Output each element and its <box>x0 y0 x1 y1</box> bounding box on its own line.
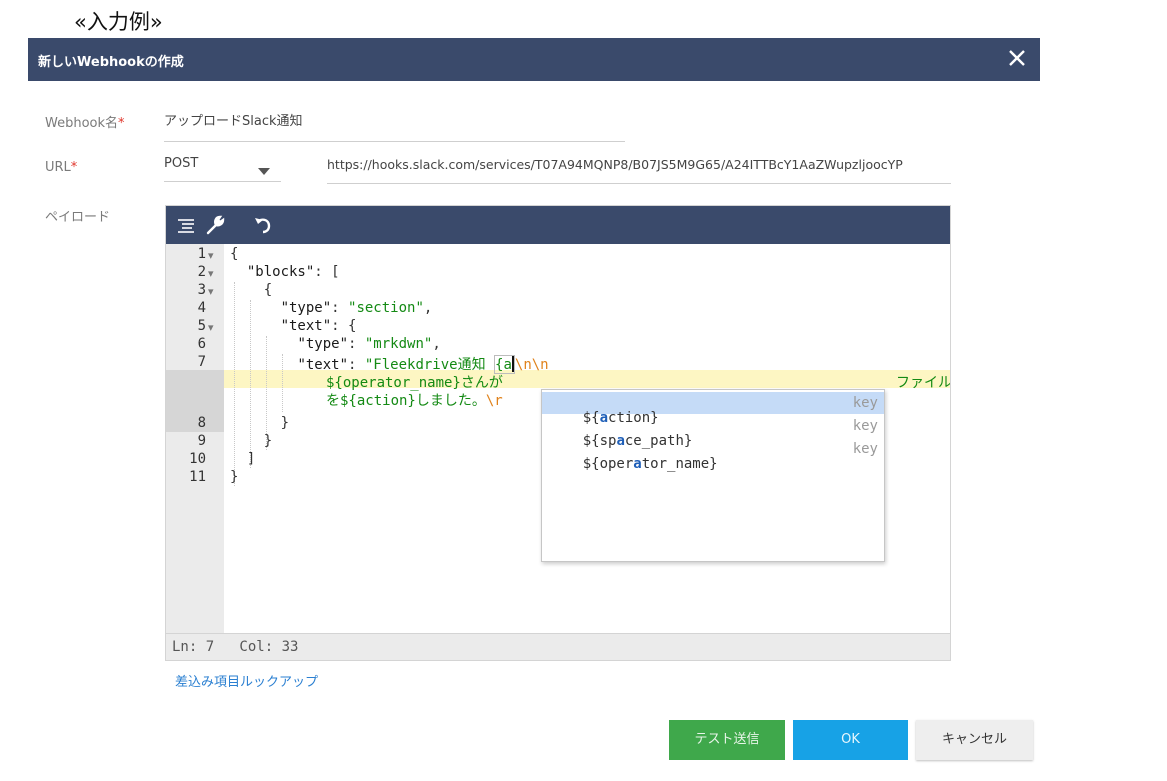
http-method-value: POST <box>164 156 199 171</box>
line-number: 5 <box>197 318 206 334</box>
ok-button[interactable]: OK <box>793 720 908 760</box>
code-line: } <box>280 415 290 431</box>
fold-toggle-icon[interactable]: ▾ <box>208 321 214 334</box>
fold-toggle-icon[interactable]: ▾ <box>208 285 214 298</box>
format-icon[interactable] <box>175 214 197 236</box>
autocomplete-meta: key <box>852 418 878 434</box>
code-line-active: "text": "Fleekdrive通知 {a \n\n <box>297 355 549 374</box>
code-line: ] <box>246 451 256 467</box>
dialog-title: 新しいWebhookの作成 <box>38 55 184 70</box>
example-caption: «入力例» <box>74 10 163 34</box>
editor-gutter: 1 ▾ 2 ▾ 3 ▾ 4 5 ▾ 6 7 8 9 10 11 <box>166 244 224 633</box>
line-number: 8 <box>197 415 206 431</box>
payload-label: ペイロード <box>45 210 111 225</box>
fold-toggle-icon[interactable]: ▾ <box>208 267 214 280</box>
autocomplete-meta: key <box>852 441 878 457</box>
code-line-wrapped: を${action}しました。\r <box>326 393 503 409</box>
cancel-button[interactable]: キャンセル <box>916 720 1033 760</box>
autocomplete-popup[interactable]: ${action} key ${space_path} key ${operat… <box>541 389 885 562</box>
required-mark: * <box>118 116 125 131</box>
editor-toolbar <box>166 206 950 244</box>
code-line-wrapped-tail: ファイル <box>896 375 950 391</box>
dialog-header: 新しいWebhookの作成 <box>28 38 1040 81</box>
autocomplete-meta: key <box>852 395 878 411</box>
merge-field-lookup-link[interactable]: 差込み項目ルックアップ <box>175 671 318 690</box>
code-line: "text": { <box>280 318 357 334</box>
active-line-gutter <box>166 370 224 432</box>
line-number: 1 <box>197 246 206 262</box>
wrench-icon[interactable] <box>204 214 226 236</box>
line-number: 2 <box>197 264 206 280</box>
required-mark: * <box>70 160 78 175</box>
code-line: } <box>263 433 273 449</box>
line-number: 3 <box>197 282 206 298</box>
undo-icon[interactable] <box>252 214 274 236</box>
line-number: 10 <box>189 451 206 467</box>
fold-toggle-icon[interactable]: ▾ <box>208 249 214 262</box>
code-line-wrapped: ${operator_name}さんが <box>326 375 503 391</box>
text-cursor <box>511 356 514 372</box>
code-line: { <box>263 282 273 298</box>
line-number: 4 <box>197 300 206 316</box>
url-label: URL* <box>45 160 78 175</box>
url-input[interactable]: https://hooks.slack.com/services/T07A94M… <box>327 157 951 184</box>
autocomplete-item-operator-name[interactable]: ${operator_name} key <box>542 438 884 472</box>
line-number: 6 <box>197 336 206 352</box>
code-line: "type": "mrkdwn", <box>297 336 441 352</box>
code-line: "blocks": [ <box>246 264 340 280</box>
line-number: 11 <box>189 469 206 485</box>
code-line: "type": "section", <box>280 300 433 316</box>
test-send-button[interactable]: テスト送信 <box>669 720 785 760</box>
chevron-down-icon <box>258 168 270 175</box>
webhook-name-input[interactable]: アップロードSlack通知 <box>164 110 625 142</box>
code-line: { <box>230 246 239 262</box>
editor-statusbar: Ln: 7 Col: 33 <box>166 633 950 660</box>
code-line: } <box>230 469 239 485</box>
autocomplete-item-action[interactable]: ${action} key <box>542 392 884 426</box>
http-method-select[interactable]: POST <box>164 156 281 182</box>
autocomplete-item-space-path[interactable]: ${space_path} key <box>542 415 884 449</box>
line-number: 9 <box>197 433 206 449</box>
close-icon[interactable] <box>1004 45 1030 71</box>
webhook-name-label: Webhook名* <box>45 116 125 131</box>
line-number: 7 <box>197 354 206 370</box>
